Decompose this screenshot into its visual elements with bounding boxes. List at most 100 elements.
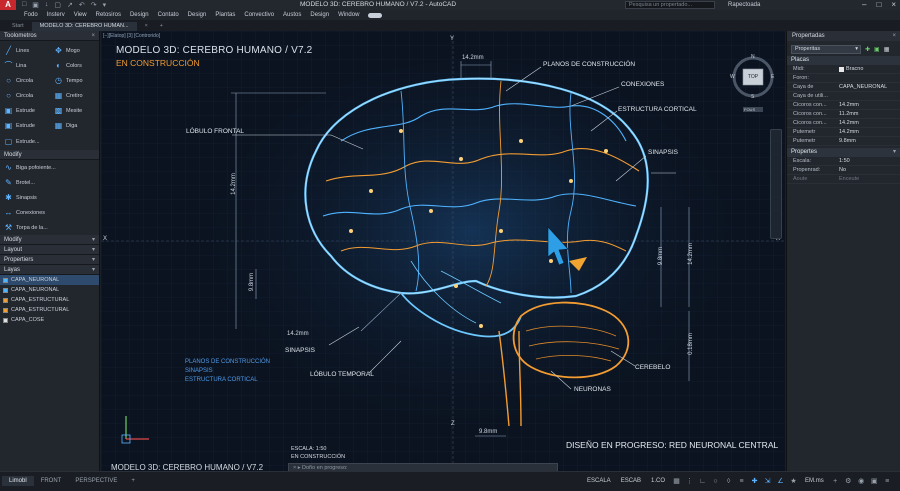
fullscreen-icon[interactable]: ▣ (871, 478, 878, 485)
panel-close-icon[interactable]: × (91, 31, 95, 41)
object-track-icon[interactable]: ∠ (777, 478, 784, 485)
quick-access-button[interactable]: ↗ (67, 1, 73, 9)
tool-button[interactable]: ▦ Cretiro (50, 88, 100, 103)
toolometros-header[interactable]: Toolometros × (0, 31, 99, 41)
quick-access-button[interactable]: ▢ (54, 1, 61, 9)
tool-button[interactable]: ◷ Tempo (50, 73, 100, 88)
property-value[interactable]: 14.2mm (839, 128, 900, 136)
quick-access-button[interactable]: ↓ (45, 1, 49, 9)
navigation-bar[interactable] (770, 129, 782, 239)
menu-item[interactable]: Austos (283, 12, 301, 18)
tool-button[interactable]: ✥ Mogo (50, 43, 100, 58)
layer-color-swatch[interactable] (3, 287, 8, 293)
properties-header[interactable]: Propertadas × (787, 31, 900, 41)
maximize-icon[interactable]: □ (876, 0, 881, 10)
panel-section-header[interactable]: Modify ▾ (0, 235, 99, 245)
menu-toggle-icon[interactable] (368, 12, 383, 18)
menu-item[interactable]: View (74, 12, 87, 18)
command-line-input[interactable]: × ▸ Doño en progreso: (288, 463, 558, 471)
tab-start[interactable]: Start (4, 22, 32, 31)
property-row[interactable]: Midi: Bracno (787, 65, 900, 74)
close-icon[interactable]: × (891, 0, 896, 10)
modify-tool-button[interactable]: ⚒ Torpa de la... (0, 220, 99, 235)
chevron-down-icon[interactable]: ▾ (92, 265, 95, 275)
tool-button[interactable]: ◐ Colors (50, 58, 100, 73)
panel-section-header[interactable]: Propertiers ▾ (0, 255, 99, 265)
layers-header[interactable]: Layas ▾ (0, 265, 99, 275)
property-value[interactable]: 11.2mm (839, 110, 900, 118)
viewcube[interactable]: TOP N S E W FOUS (730, 53, 776, 113)
new-tab-button[interactable]: + (156, 22, 167, 31)
viewcube-top[interactable]: TOP (743, 74, 763, 80)
quick-select-icon[interactable]: ✚ (865, 46, 870, 53)
property-value[interactable]: CAPA_NEURONAL (839, 83, 900, 91)
layer-color-swatch[interactable] (3, 317, 8, 323)
customize-icon[interactable]: ≡ (884, 478, 891, 485)
layer-item[interactable]: CAPA_NEURONAL (0, 275, 99, 285)
layer-item[interactable]: CAPA_COSE (0, 315, 99, 325)
snap-icon[interactable]: ⋮ (686, 478, 693, 485)
viewcube-mode[interactable]: FOUS (744, 107, 755, 112)
menu-item[interactable]: Insterv (47, 12, 65, 18)
polar-icon[interactable]: ○ (712, 478, 719, 485)
tab-close-icon[interactable]: × (137, 22, 156, 31)
viewport-label[interactable]: [−][Elatop] [3] [Controrido] (103, 33, 160, 39)
quick-access-button[interactable]: ▾ (103, 1, 107, 9)
menu-item[interactable]: Window (338, 12, 359, 18)
tab-model[interactable]: MODELO 3D: CEREBRO HUMAN... (31, 22, 137, 31)
chevron-down-icon[interactable]: ▾ (92, 255, 95, 265)
status-escala[interactable]: ESCALA (585, 477, 613, 485)
property-value[interactable]: 9.8mm (839, 137, 900, 145)
property-value[interactable]: 1:50 (839, 157, 900, 165)
property-row[interactable]: Caya de CAPA_NEURONAL (787, 83, 900, 92)
autocad-logo-icon[interactable]: A (0, 0, 16, 10)
menu-item[interactable]: Design (188, 12, 207, 18)
compass-n[interactable]: N (751, 54, 755, 60)
panel-close-icon[interactable]: × (892, 31, 896, 41)
compass-w[interactable]: W (730, 74, 735, 80)
osnap-icon[interactable]: ✚ (751, 478, 758, 485)
tool-button[interactable]: ▣ Estrude (0, 118, 50, 133)
minimize-icon[interactable]: – (862, 0, 866, 10)
menu-item[interactable]: Convectivo (244, 12, 274, 18)
layer-item[interactable]: CAPA_NEURONAL (0, 285, 99, 295)
tab-front[interactable]: FRONT (34, 476, 69, 486)
drawing-canvas[interactable]: [−][Elatop] [3] [Controrido] MODELO 3D: … (101, 31, 785, 471)
modify-tool-button[interactable]: ✎ Brotel... (0, 175, 99, 190)
propertes-section-header[interactable]: Propertes ▾ (787, 148, 900, 157)
chevron-down-icon[interactable]: ▾ (92, 235, 95, 245)
tool-button[interactable]: ▦ Diga (50, 118, 100, 133)
property-value[interactable]: 14.2mm (839, 119, 900, 127)
menu-item[interactable]: Fodo (24, 12, 38, 18)
modify-header[interactable]: Modify (0, 150, 99, 160)
select-objects-icon[interactable]: ▣ (874, 46, 880, 53)
tab-perspective[interactable]: PERSPECTIVE (68, 476, 124, 486)
pickadd-icon[interactable]: ▦ (884, 46, 890, 53)
menu-item[interactable]: Retosiros (96, 12, 121, 18)
object-type-select[interactable]: Properitas ▾ (791, 45, 861, 54)
property-row[interactable]: Aoute Enceute (787, 175, 900, 184)
quick-access-button[interactable]: ↶ (79, 1, 85, 9)
property-value[interactable]: Bracno (839, 65, 900, 73)
property-value[interactable]: 14.2mm (839, 101, 900, 109)
layer-color-swatch[interactable] (3, 307, 8, 313)
property-value[interactable]: No (839, 166, 900, 174)
isodraft-icon[interactable]: ◊ (725, 478, 732, 485)
menu-item[interactable]: Plantas (215, 12, 235, 18)
panel-section-header[interactable]: Layout ▾ (0, 245, 99, 255)
property-value[interactable] (839, 74, 900, 82)
menu-item[interactable]: Design (130, 12, 149, 18)
menu-item[interactable]: Design (310, 12, 329, 18)
property-value[interactable]: Enceute (839, 175, 900, 183)
status-lco[interactable]: 1.CO (649, 477, 667, 485)
placas-section-header[interactable]: Placas (787, 56, 900, 65)
property-value[interactable] (839, 92, 900, 100)
menu-item[interactable]: Contato (158, 12, 179, 18)
tool-button[interactable]: ○ Circola (0, 73, 50, 88)
tool-button[interactable]: ⌒ Lina (0, 58, 50, 73)
add-layout-button[interactable]: + (124, 476, 142, 486)
chevron-down-icon[interactable]: ▾ (92, 245, 95, 255)
layer-item[interactable]: CAPA_ESTRUCTURAL (0, 295, 99, 305)
compass-e[interactable]: E (771, 74, 774, 80)
tool-button[interactable]: ╱ Lines (0, 43, 50, 58)
